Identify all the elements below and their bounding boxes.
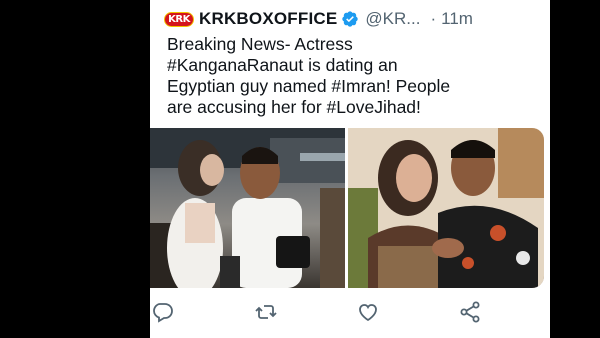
photo-2-illustration [348, 128, 544, 288]
tweet-actions [150, 298, 550, 326]
tweet-photo-2[interactable] [348, 128, 544, 288]
tweet-media[interactable] [150, 128, 544, 288]
tweet-photo-1[interactable] [150, 128, 345, 288]
separator-dot: · [430, 9, 437, 28]
avatar[interactable]: KRK [164, 8, 194, 30]
share-icon[interactable] [458, 300, 482, 324]
verified-badge-icon [342, 11, 359, 27]
retweet-icon[interactable] [254, 300, 278, 324]
reply-icon[interactable] [151, 300, 175, 324]
avatar-logo: KRK [164, 11, 194, 27]
tweet-header: KRK KRKBOXOFFICE @KR... · 11m [164, 6, 540, 32]
tweet-card[interactable]: KRK KRKBOXOFFICE @KR... · 11m Breaking N… [150, 0, 550, 338]
display-name[interactable]: KRKBOXOFFICE [199, 9, 337, 29]
user-handle[interactable]: @KR... [365, 9, 420, 29]
tweet-timestamp[interactable]: 11m [441, 9, 473, 29]
photo-1-illustration [150, 128, 345, 288]
like-icon[interactable] [356, 300, 380, 324]
tweet-text: Breaking News- Actress #KanganaRanaut is… [167, 34, 451, 117]
